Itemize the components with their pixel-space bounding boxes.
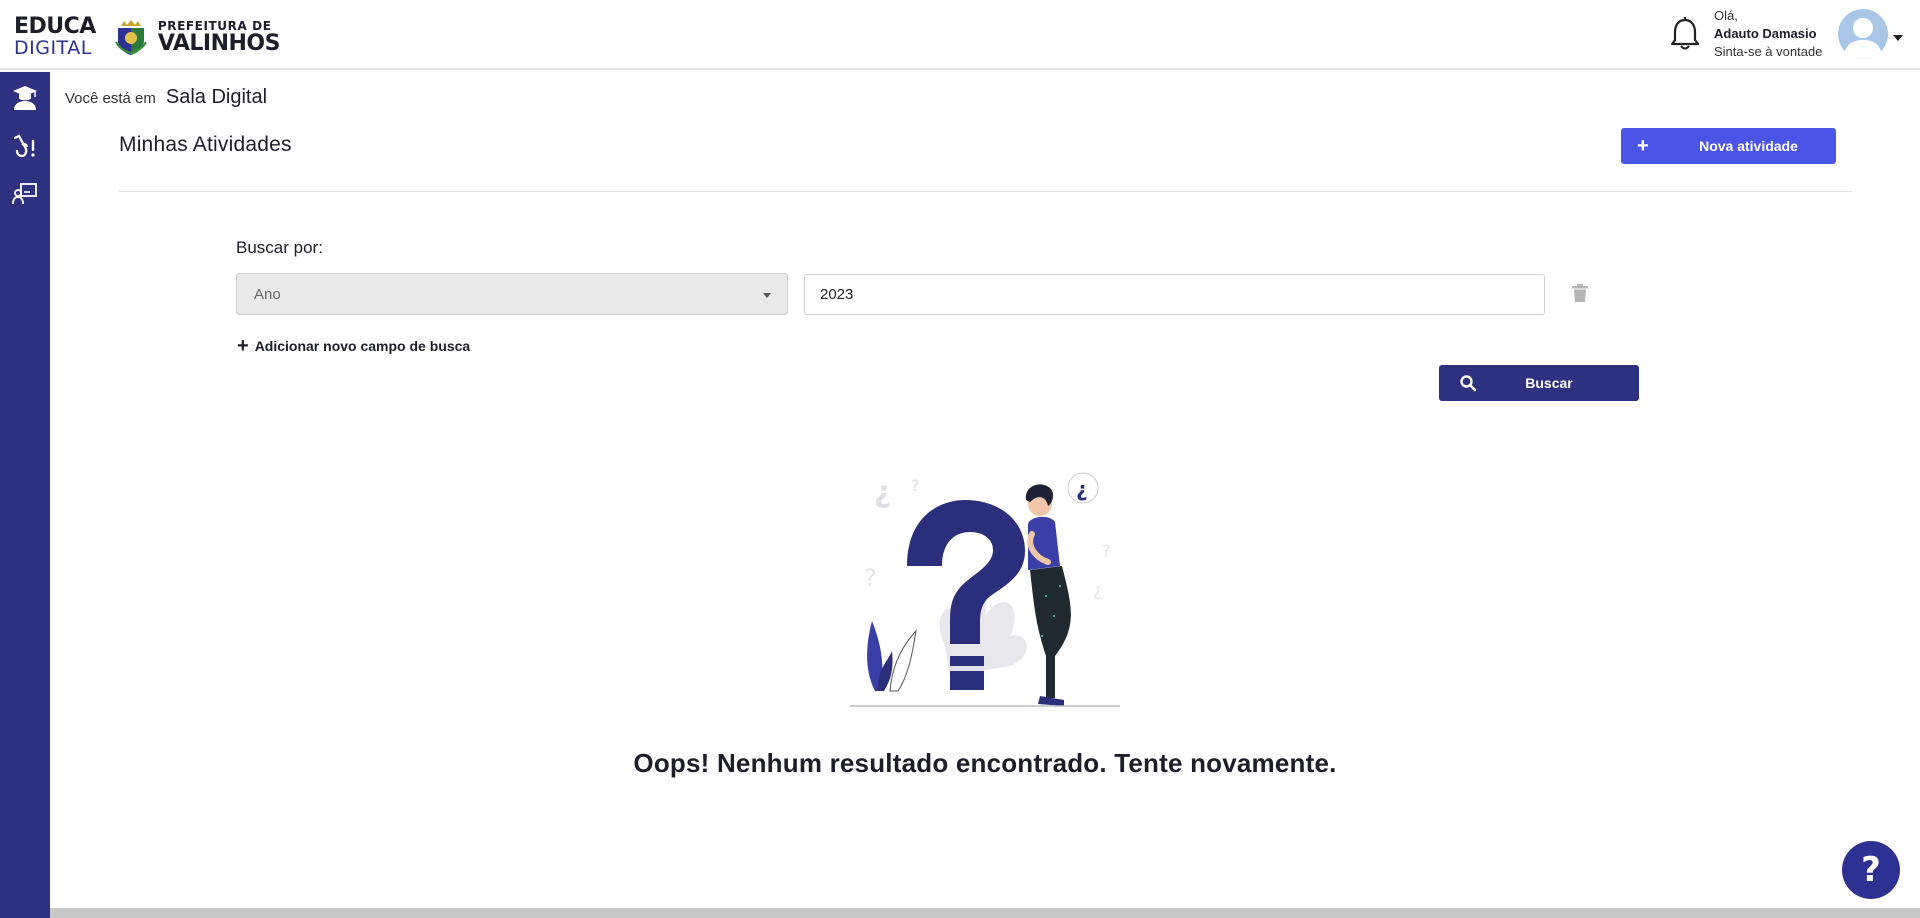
svg-text:¿: ¿ — [874, 475, 891, 510]
user-greeting: Olá, Adauto Damasio Sinta-se à vontade — [1714, 7, 1822, 61]
avatar[interactable] — [1838, 9, 1888, 59]
city-crest-icon — [114, 20, 147, 55]
search-button[interactable]: Buscar — [1439, 365, 1639, 401]
page-title: Minhas Atividades — [119, 133, 292, 156]
divider — [119, 191, 1852, 192]
add-search-field-label: Adicionar novo campo de busca — [254, 338, 471, 354]
trash-icon[interactable] — [1571, 283, 1589, 303]
bell-icon[interactable] — [1668, 16, 1702, 52]
add-search-field-link[interactable]: + Adicionar novo campo de busca — [237, 335, 471, 357]
hand-activity-icon — [13, 134, 35, 158]
search-value-input[interactable] — [804, 274, 1545, 315]
no-results-illustration: ¿ ? ? ? ¿ ¿ — [850, 472, 1120, 707]
search-field-selected: Ano — [254, 286, 281, 303]
breadcrumb-prefix: Você está em — [65, 90, 156, 107]
new-activity-label: Nova atividade — [1699, 138, 1798, 154]
top-header: EDUCA DIGITAL PREFEITURA DE VALINHOS Olá… — [0, 0, 1920, 70]
svg-text:?: ? — [1102, 541, 1111, 560]
svg-text:?: ? — [911, 476, 920, 495]
question-mark-icon: ? — [1861, 850, 1881, 890]
search-button-label: Buscar — [1525, 375, 1573, 391]
svg-text:¿: ¿ — [1076, 477, 1088, 501]
horizontal-scrollbar[interactable] — [50, 908, 1920, 918]
user-silhouette-icon — [1844, 18, 1882, 59]
help-button[interactable]: ? — [1842, 841, 1900, 899]
plus-icon: + — [237, 335, 249, 357]
caret-down-icon — [763, 293, 771, 298]
brand-logo[interactable]: EDUCA DIGITAL PREFEITURA DE VALINHOS — [14, 16, 280, 58]
empty-state-message: Oops! Nenhum resultado encontrado. Tente… — [633, 748, 1337, 778]
new-activity-button[interactable]: + Nova atividade — [1621, 128, 1836, 164]
greeting-text: Olá, — [1714, 8, 1738, 23]
sidebar-item-classroom[interactable] — [11, 180, 39, 208]
graduation-student-icon — [13, 86, 37, 110]
breadcrumb: Você está em Sala Digital — [65, 86, 267, 109]
search-label: Buscar por: — [236, 238, 323, 257]
chevron-down-icon[interactable] — [1893, 35, 1903, 41]
search-field-select[interactable]: Ano — [236, 273, 788, 315]
prefeitura-line2: VALINHOS — [157, 30, 281, 56]
user-name: Adauto Damasio — [1714, 26, 1817, 41]
brand-line2: DIGITAL — [14, 37, 92, 59]
sidebar — [0, 72, 50, 918]
svg-text:¿: ¿ — [1093, 580, 1103, 601]
brand-line1: EDUCA — [14, 14, 96, 39]
teacher-board-icon — [12, 183, 37, 205]
breadcrumb-current: Sala Digital — [165, 86, 268, 108]
educa-digital-logo: EDUCA DIGITAL — [14, 16, 96, 58]
prefeitura-logo: PREFEITURA DE VALINHOS — [157, 18, 281, 56]
sidebar-item-activities[interactable] — [11, 132, 39, 160]
prefeitura-line1: PREFEITURA DE — [157, 18, 272, 33]
svg-text:?: ? — [864, 564, 877, 592]
user-subtitle: Sinta-se à vontade — [1714, 44, 1823, 59]
sidebar-item-sala-digital[interactable] — [11, 84, 39, 112]
